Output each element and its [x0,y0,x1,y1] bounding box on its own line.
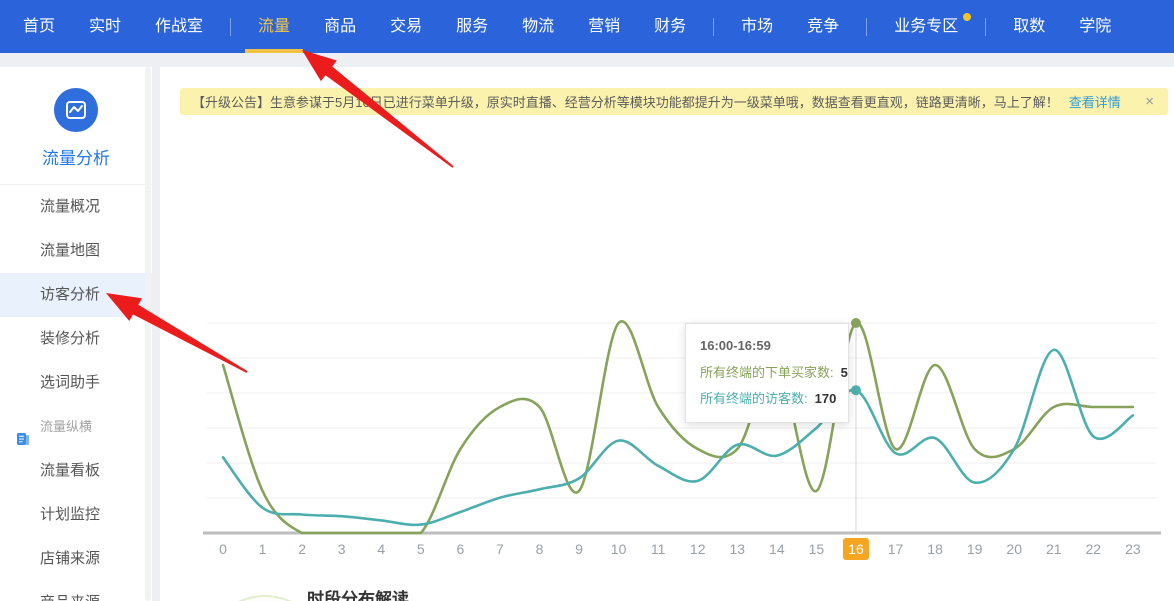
svg-text:21: 21 [1046,541,1062,557]
svg-text:19: 19 [967,541,983,557]
sidebar-item-流量纵横: 流量纵横 [0,405,152,449]
tooltip-row-visitors: 所有终端的访客数:170 [700,386,834,413]
svg-text:7: 7 [496,541,504,557]
nav-item-服务[interactable]: 服务 [439,0,505,53]
nav-item-业务专区[interactable]: 业务专区 [877,0,975,53]
top-navigation: 首页实时作战室流量商品交易服务物流营销财务市场竞争业务专区取数学院 [0,0,1174,53]
svg-text:2: 2 [298,541,306,557]
sidebar-item-计划监控[interactable]: 计划监控 [0,493,152,537]
sidebar-item-店铺来源[interactable]: 店铺来源 [0,537,152,581]
sidebar-header: 流量分析 [0,67,152,185]
sidebar-scrollbar[interactable] [145,67,151,601]
svg-text:9: 9 [575,541,583,557]
nav-divider [985,18,986,36]
svg-text:13: 13 [729,541,745,557]
nav-item-营销[interactable]: 营销 [571,0,637,53]
sidebar-item-商品来源[interactable]: 商品来源 [0,581,152,601]
traffic-analysis-icon [54,88,98,132]
nav-item-作战室[interactable]: 作战室 [138,0,220,53]
sidebar-item-访客分析[interactable]: 访客分析 [0,273,152,317]
nav-item-学院[interactable]: 学院 [1062,0,1128,53]
svg-text:17: 17 [888,541,904,557]
nav-item-首页[interactable]: 首页 [6,0,72,53]
nav-divider [866,18,867,36]
sidebar-item-流量地图[interactable]: 流量地图 [0,229,152,273]
svg-text:11: 11 [651,541,666,557]
sidebar: 流量分析 流量概况流量地图访客分析装修分析选词助手流量纵横流量看板计划监控店铺来… [0,67,152,601]
chart-tooltip: 16:00-16:59 所有终端的下单买家数:5 所有终端的访客数:170 [685,323,849,423]
time-distribution-chart[interactable]: 01234567891011121314151617181920212223 [160,292,1174,574]
app-window: 首页实时作战室流量商品交易服务物流营销财务市场竞争业务专区取数学院 流量分析 流… [0,0,1174,601]
new-badge-dot [963,13,971,21]
sidebar-menu: 流量概况流量地图访客分析装修分析选词助手流量纵横流量看板计划监控店铺来源商品来源 [0,185,152,601]
svg-text:1: 1 [259,541,267,557]
nav-item-财务[interactable]: 财务 [637,0,703,53]
view-details-link[interactable]: 查看详情 [1069,92,1121,111]
svg-text:14: 14 [769,541,785,557]
svg-text:23: 23 [1125,541,1141,557]
nav-divider [230,18,231,36]
nav-item-商品[interactable]: 商品 [307,0,373,53]
nav-item-市场[interactable]: 市场 [724,0,790,53]
tooltip-time-range: 16:00-16:59 [700,333,834,360]
nav-item-流量[interactable]: 流量 [241,0,307,53]
svg-text:10: 10 [611,541,627,557]
upgrade-notice-banner: 【升级公告】生意参谋于5月16日已进行菜单升级，原实时直播、经营分析等模块功能都… [180,88,1168,115]
svg-text:12: 12 [690,541,706,557]
svg-text:3: 3 [338,541,346,557]
sidebar-item-选词助手[interactable]: 选词助手 [0,361,152,405]
close-icon[interactable]: × [1143,93,1156,110]
svg-text:4: 4 [377,541,385,557]
nav-item-物流[interactable]: 物流 [505,0,571,53]
sidebar-title: 流量分析 [0,144,152,169]
nav-item-竞争[interactable]: 竞争 [790,0,856,53]
svg-text:8: 8 [536,541,544,557]
tooltip-row-buyers: 所有终端的下单买家数:5 [700,360,834,387]
svg-text:15: 15 [809,541,825,557]
svg-text:16: 16 [848,541,864,557]
banner-text: 【升级公告】生意参谋于5月16日已进行菜单升级，原实时直播、经营分析等模块功能都… [192,92,1059,111]
nav-item-实时[interactable]: 实时 [72,0,138,53]
svg-text:6: 6 [456,541,464,557]
sidebar-item-装修分析[interactable]: 装修分析 [0,317,152,361]
svg-text:18: 18 [927,541,943,557]
nav-divider [713,18,714,36]
nav-item-交易[interactable]: 交易 [373,0,439,53]
interpretation-title: 时段分布解读 [307,585,409,601]
sidebar-item-流量看板[interactable]: 流量看板 [0,449,152,493]
nav-item-取数[interactable]: 取数 [996,0,1062,53]
svg-text:22: 22 [1086,541,1102,557]
sidebar-item-流量概况[interactable]: 流量概况 [0,185,152,229]
svg-text:0: 0 [219,541,227,557]
svg-text:5: 5 [417,541,425,557]
svg-text:20: 20 [1006,541,1022,557]
